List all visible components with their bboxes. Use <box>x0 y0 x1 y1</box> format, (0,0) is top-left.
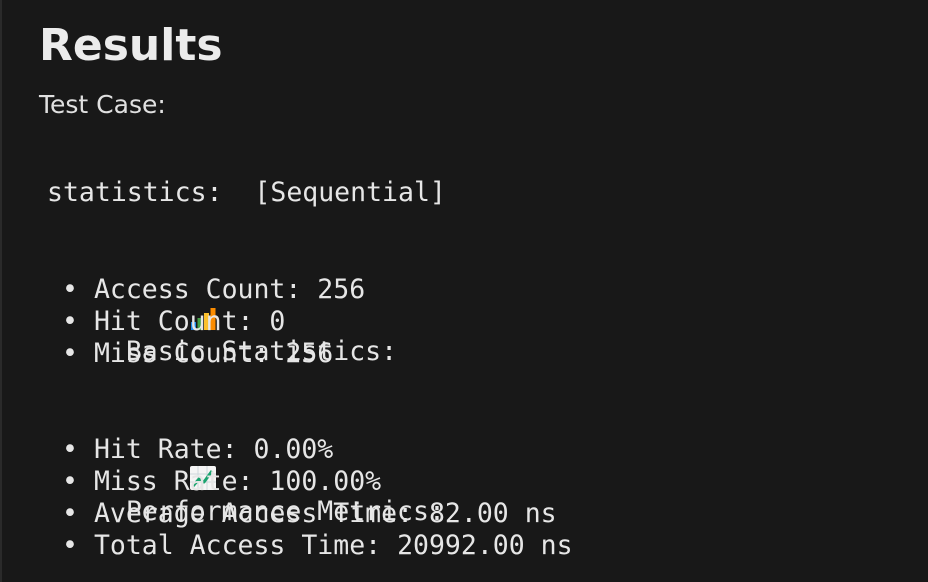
bullet-mark: • <box>62 466 78 497</box>
list-item: • Hit Count: 0 <box>62 306 285 338</box>
list-item: • Miss Rate: 100.00% <box>62 466 381 498</box>
test-case-label: Test Case: <box>39 90 166 119</box>
results-panel: Results Test Case: statistics: [Sequenti… <box>0 0 928 582</box>
list-item: • Miss Count: 256 <box>62 338 333 370</box>
results-title: Results <box>39 20 223 71</box>
list-item: • Average Access Time: 82.00 ns <box>62 498 557 530</box>
bullet-mark: • <box>62 338 78 369</box>
bullet-mark: • <box>62 530 78 561</box>
list-item: • Access Count: 256 <box>62 274 365 306</box>
average-access-time: Average Access Time: 82.00 ns <box>93 498 557 529</box>
miss-count: Miss Count: 256 <box>93 338 334 369</box>
statistics-line: statistics: [Sequential] <box>47 177 446 208</box>
bullet-mark: • <box>62 274 78 305</box>
miss-rate: Miss Rate: 100.00% <box>93 466 382 497</box>
list-item: • Total Access Time: 20992.00 ns <box>62 530 573 562</box>
hit-rate: Hit Rate: 0.00% <box>93 434 334 465</box>
total-access-time: Total Access Time: 20992.00 ns <box>93 530 573 561</box>
bullet-mark: • <box>62 498 78 529</box>
bullet-mark: • <box>62 434 78 465</box>
list-item: • Hit Rate: 0.00% <box>62 434 333 466</box>
bullet-mark: • <box>62 306 78 337</box>
hit-count: Hit Count: 0 <box>93 306 286 337</box>
access-count: Access Count: 256 <box>93 274 366 305</box>
